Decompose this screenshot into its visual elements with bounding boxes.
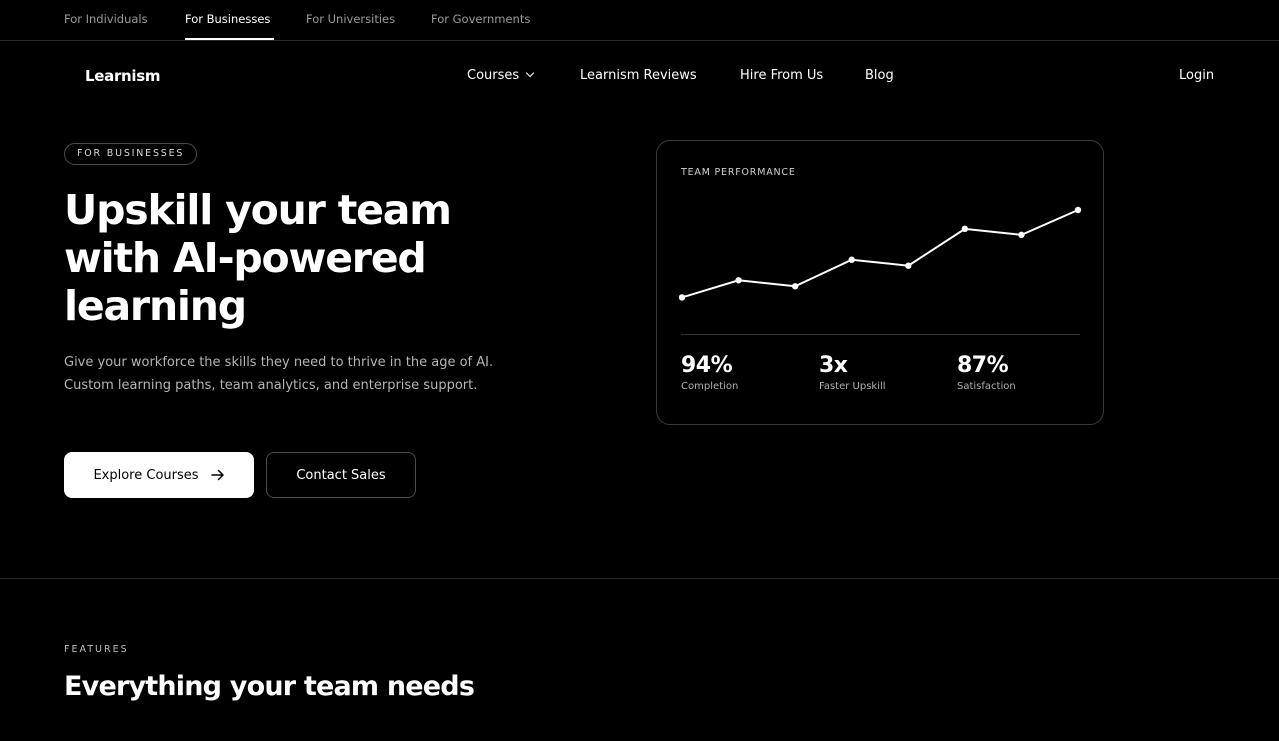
active-tab-indicator <box>185 38 274 40</box>
features-title: Everything your team needs <box>64 671 475 702</box>
stat-value: 87% <box>957 353 1009 378</box>
tab-governments[interactable]: For Governments <box>431 12 530 26</box>
data-point <box>1074 206 1082 214</box>
card-divider <box>681 334 1080 335</box>
main-nav: Learnism Courses Learnism Reviews Hire F… <box>0 41 1279 111</box>
hero-eyebrow-badge: FOR BUSINESSES <box>64 143 198 165</box>
nav-blog[interactable]: Blog <box>865 68 894 83</box>
data-point <box>735 277 742 284</box>
headline-line: Upskill your team <box>64 186 452 234</box>
tab-businesses[interactable]: For Businesses <box>185 12 270 26</box>
nav-reviews[interactable]: Learnism Reviews <box>580 68 697 83</box>
team-performance-card: TEAM PERFORMANCE 94% Completion 3x Faste… <box>656 140 1104 425</box>
explore-courses-button[interactable]: Explore Courses <box>64 452 254 498</box>
series-points <box>678 206 1082 301</box>
stat-upskill: 3x Faster Upskill <box>819 353 886 392</box>
data-point <box>791 283 799 290</box>
hero-headline: Upskill your team with AI-powered learni… <box>64 186 534 330</box>
headline-line: with AI-powered <box>64 234 427 282</box>
tab-universities[interactable]: For Universities <box>306 12 395 26</box>
logo[interactable]: Learnism <box>85 67 161 85</box>
data-point <box>961 225 969 233</box>
stat-value: 94% <box>681 353 733 378</box>
data-point <box>848 256 855 263</box>
stat-completion: 94% Completion <box>681 353 738 392</box>
stat-value: 3x <box>819 353 848 378</box>
data-point <box>905 262 912 269</box>
stat-satisfaction: 87% Satisfaction <box>957 353 1016 392</box>
data-point <box>678 294 686 301</box>
stat-label: Completion <box>681 381 739 392</box>
headline-line: learning <box>64 282 247 330</box>
data-point <box>1018 231 1025 239</box>
series-line <box>681 209 1079 299</box>
nav-courses[interactable]: Courses <box>467 68 535 83</box>
nav-courses-label: Courses <box>467 68 520 83</box>
tab-individuals[interactable]: For Individuals <box>64 12 148 26</box>
hero-subtext: Give your workforce the skills they need… <box>64 355 494 393</box>
stat-label: Satisfaction <box>957 381 1016 392</box>
features-eyebrow: FEATURES <box>64 644 129 655</box>
audience-bar: For Individuals For Businesses For Unive… <box>0 0 1279 41</box>
contact-sales-button[interactable]: Contact Sales <box>266 452 416 498</box>
arrow-right-icon <box>210 469 224 481</box>
chevron-down-icon <box>525 68 535 78</box>
stat-label: Faster Upskill <box>819 381 886 392</box>
section-divider <box>0 578 1279 579</box>
explore-courses-label: Explore Courses <box>93 467 199 483</box>
nav-hire[interactable]: Hire From Us <box>740 68 823 83</box>
login-link[interactable]: Login <box>1179 68 1214 83</box>
